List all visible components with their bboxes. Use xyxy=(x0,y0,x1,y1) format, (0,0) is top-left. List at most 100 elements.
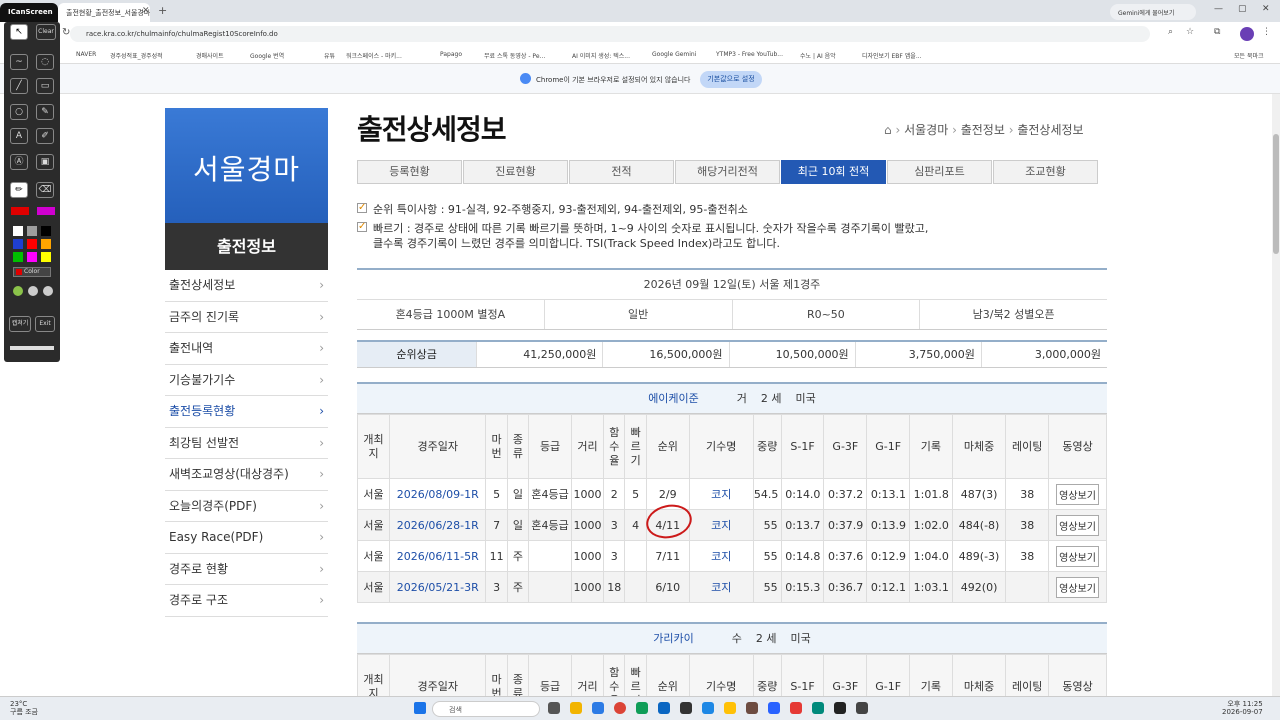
bookmark-item[interactable]: 경주성적표_경주성적 xyxy=(110,51,163,60)
close-window-icon[interactable]: ✕ xyxy=(1262,4,1270,14)
side-menu-item[interactable]: 금주의 진기록 › xyxy=(165,302,328,333)
lasso-tool-icon[interactable]: ◌ xyxy=(36,54,54,70)
side-menu-item[interactable]: 경주로 현황 › xyxy=(165,554,328,585)
app-icon[interactable] xyxy=(746,702,758,714)
palette-swatch[interactable] xyxy=(27,252,37,262)
curve-tool-icon[interactable]: ~ xyxy=(10,54,28,70)
app-icon[interactable] xyxy=(768,702,780,714)
scroll-thumb[interactable] xyxy=(1273,134,1279,254)
all-bookmarks[interactable]: 모든 북마크 xyxy=(1234,51,1264,60)
app-icon[interactable] xyxy=(812,702,824,714)
table-cell[interactable]: 2026/08/09-1R xyxy=(389,478,487,510)
bookmark-item[interactable]: Papago xyxy=(440,51,462,58)
home-icon[interactable]: ⌂ xyxy=(884,123,892,137)
video-button[interactable]: 영상보기 xyxy=(1056,483,1099,505)
weather-widget[interactable]: 23°C 구름 조금 xyxy=(10,700,38,716)
highlighter-tool-icon[interactable]: ✐ xyxy=(36,128,54,144)
side-menu-item[interactable]: 최강팀 선발전 › xyxy=(165,428,328,459)
table-cell[interactable]: 2026/06/11-5R xyxy=(389,540,487,572)
side-menu-item[interactable]: 기승불가기수 › xyxy=(165,365,328,396)
color-select[interactable]: Color xyxy=(13,267,51,277)
side-menu-item[interactable]: 출전상세정보 › xyxy=(165,270,328,302)
palette-swatch[interactable] xyxy=(13,252,23,262)
menu-dots-icon[interactable]: ⋮ xyxy=(1262,27,1271,37)
palette-swatch[interactable] xyxy=(27,226,37,236)
table-cell[interactable]: 코지 xyxy=(688,478,754,510)
size-medium-icon[interactable] xyxy=(28,286,38,296)
tab-icanscreen[interactable]: ICanScreen xyxy=(0,3,58,22)
scrollbar[interactable] xyxy=(1272,94,1280,696)
palette-swatch[interactable] xyxy=(13,239,23,249)
maximize-icon[interactable]: ▢ xyxy=(1238,4,1247,14)
tab-distance-record[interactable]: 해당거리전적 xyxy=(675,160,780,184)
bookmark-item[interactable]: Google 번역 xyxy=(250,51,284,60)
size-small-icon[interactable] xyxy=(13,286,23,296)
search-icon[interactable]: ⌕ xyxy=(1168,27,1173,37)
color-chip-magenta[interactable] xyxy=(37,207,55,215)
tab-race-info[interactable]: 출전현황_출전정보_서울경마 xyxy=(58,3,150,22)
video-button[interactable]: 영상보기 xyxy=(1056,514,1099,536)
palette-swatch[interactable] xyxy=(13,226,23,236)
store-icon[interactable] xyxy=(592,702,604,714)
video-button[interactable]: 영상보기 xyxy=(1056,545,1099,567)
table-cell[interactable]: 코지 xyxy=(688,540,754,572)
new-tab-icon[interactable]: + xyxy=(158,4,167,17)
breadcrumb-item[interactable]: 서울경마 xyxy=(904,123,948,137)
bookmark-item[interactable]: Google Gemini xyxy=(652,51,696,58)
palette-swatch[interactable] xyxy=(41,252,51,262)
tab-record[interactable]: 전적 xyxy=(569,160,674,184)
profile-avatar[interactable] xyxy=(1240,27,1254,41)
clear-button[interactable]: Clear xyxy=(36,24,56,40)
chrome-taskbar-icon[interactable] xyxy=(614,702,626,714)
gemini-button[interactable]: Gemini에게 물어보기 xyxy=(1110,4,1196,20)
bookmark-item[interactable]: 디자인보기 EBF 앱을... xyxy=(862,51,922,60)
line-tool-icon[interactable]: ╱ xyxy=(10,78,28,94)
rectangle-tool-icon[interactable]: ▭ xyxy=(36,78,54,94)
circle-tool-icon[interactable]: ○ xyxy=(10,104,28,120)
bookmark-item[interactable]: NAVER xyxy=(76,51,96,58)
side-menu-item[interactable]: 경주로 구조 › xyxy=(165,585,328,617)
bookmark-item[interactable]: 워크스페이스 - 마키... xyxy=(346,51,402,60)
tab-medical[interactable]: 진료현황 xyxy=(463,160,568,184)
tab-training[interactable]: 조교현황 xyxy=(993,160,1098,184)
tab-recent-10[interactable]: 최근 10회 전적 xyxy=(781,160,886,184)
breadcrumb-item[interactable]: 출전상세정보 xyxy=(1017,123,1083,137)
bookmark-item[interactable]: YTMP3 - Free YouTub... xyxy=(716,51,783,58)
task-view-icon[interactable] xyxy=(548,702,560,714)
tab-registration[interactable]: 등록현황 xyxy=(357,160,462,184)
table-cell[interactable]: 코지 xyxy=(688,571,754,603)
table-cell[interactable]: 영상보기 xyxy=(1048,509,1107,541)
marker-tool-icon[interactable]: ✎ xyxy=(36,104,54,120)
table-cell[interactable]: 영상보기 xyxy=(1048,540,1107,572)
tab-judge-report[interactable]: 심판리포트 xyxy=(887,160,992,184)
side-menu-item-active[interactable]: 출전등록현황 › xyxy=(165,396,328,428)
palette-swatch[interactable] xyxy=(41,239,51,249)
side-menu-item[interactable]: 오늘의경주(PDF) › xyxy=(165,491,328,522)
side-menu-item[interactable]: 출전내역 › xyxy=(165,333,328,365)
app-icon[interactable] xyxy=(834,702,846,714)
bookmark-star-icon[interactable]: ☆ xyxy=(1186,27,1194,37)
table-cell[interactable]: 영상보기 xyxy=(1048,478,1107,510)
stamp-tool-icon[interactable]: Ⓐ xyxy=(10,154,28,170)
app-icon[interactable] xyxy=(702,702,714,714)
horse-name[interactable]: 가리카이 xyxy=(653,632,693,645)
breadcrumb-item[interactable]: 출전정보 xyxy=(961,123,1005,137)
bookmark-item[interactable]: 유튜 xyxy=(324,51,335,60)
app-icon[interactable] xyxy=(724,702,736,714)
exit-button[interactable]: Exit xyxy=(35,316,55,332)
pen-tool-icon[interactable]: ✏ xyxy=(10,182,28,198)
video-button[interactable]: 영상보기 xyxy=(1056,576,1099,598)
app-icon[interactable] xyxy=(680,702,692,714)
color-chip-red[interactable] xyxy=(11,207,29,215)
bookmark-item[interactable]: AI 이미지 생성: 텍스... xyxy=(572,51,630,60)
horse-name[interactable]: 에이케이준 xyxy=(648,392,699,405)
app-icon[interactable] xyxy=(790,702,802,714)
toolbar-grip[interactable] xyxy=(10,346,54,350)
pointer-tool-icon[interactable]: ↖ xyxy=(10,24,28,40)
bookmark-item[interactable]: 수노 | AI 음악 xyxy=(800,51,836,60)
edge-icon[interactable] xyxy=(658,702,670,714)
eraser-tool-icon[interactable]: ⌫ xyxy=(36,182,54,198)
set-default-button[interactable]: 기본값으로 설정 xyxy=(700,71,762,88)
table-cell[interactable]: 코지 xyxy=(688,509,754,541)
windows-start-icon[interactable] xyxy=(414,702,426,714)
